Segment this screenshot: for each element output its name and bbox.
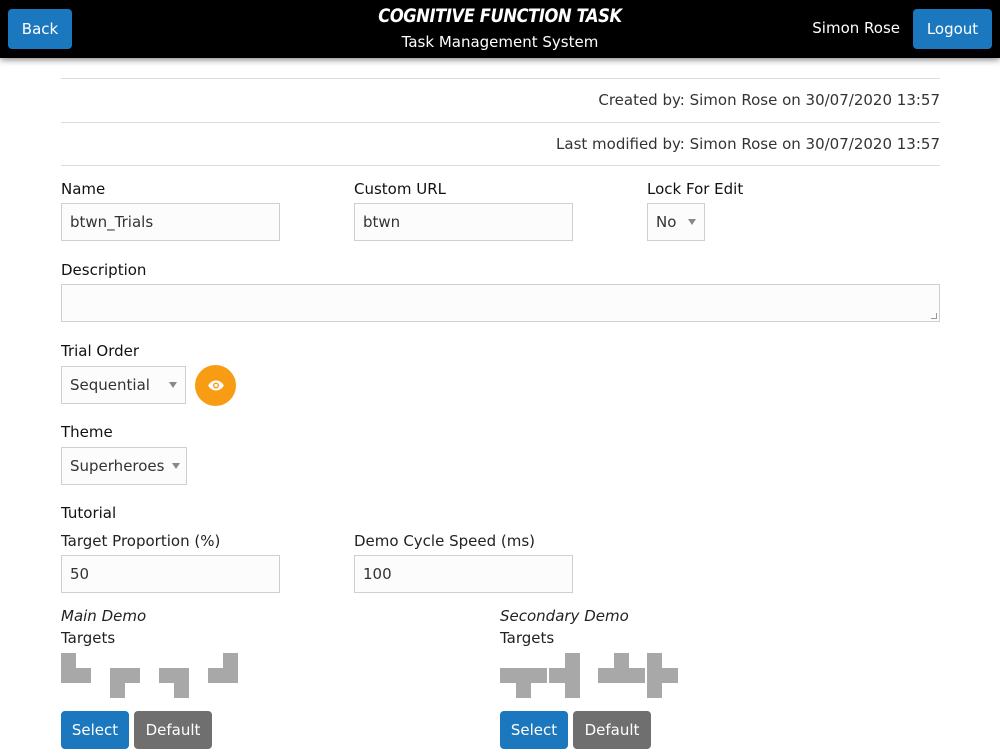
target-shape-l-bottom-left[interactable] bbox=[208, 653, 238, 683]
custom-url-value: btwn bbox=[363, 213, 401, 231]
lock-for-edit-select[interactable]: No bbox=[647, 203, 705, 241]
created-info: Created by: Simon Rose on 30/07/2020 13:… bbox=[598, 91, 940, 109]
theme-value: Superheroes bbox=[70, 457, 165, 475]
secondary-demo-select-button[interactable]: Select bbox=[500, 711, 568, 749]
main-demo-title: Main Demo bbox=[61, 607, 147, 625]
resize-grip-icon[interactable] bbox=[931, 313, 937, 319]
preview-button[interactable] bbox=[195, 365, 236, 406]
custom-url-label: Custom URL bbox=[354, 180, 446, 198]
target-shape-l-top-left[interactable] bbox=[159, 668, 189, 698]
trial-order-label: Trial Order bbox=[61, 342, 140, 360]
divider bbox=[61, 78, 940, 79]
target-shape-cell bbox=[565, 653, 580, 698]
logout-button[interactable]: Logout bbox=[913, 9, 992, 49]
secondary-demo-targets-label: Targets bbox=[500, 629, 555, 647]
trial-order-value: Sequential bbox=[70, 376, 150, 394]
main-demo-select-button[interactable]: Select bbox=[61, 711, 129, 749]
lock-for-edit-label: Lock For Edit bbox=[647, 180, 744, 198]
description-label: Description bbox=[61, 261, 147, 279]
target-shape-t-left[interactable] bbox=[549, 653, 580, 698]
target-proportion-label: Target Proportion (%) bbox=[61, 532, 221, 550]
secondary-demo-title: Secondary Demo bbox=[500, 607, 629, 625]
theme-select[interactable]: Superheroes bbox=[61, 447, 187, 485]
target-shape-cell bbox=[662, 668, 678, 683]
chevron-down-icon bbox=[169, 382, 177, 388]
target-shape-t-right[interactable] bbox=[647, 653, 678, 698]
modified-info: Last modified by: Simon Rose on 30/07/20… bbox=[556, 135, 940, 153]
target-shape-cell bbox=[516, 683, 531, 698]
target-shape-cell bbox=[159, 668, 189, 683]
tutorial-heading: Tutorial bbox=[61, 504, 117, 522]
demo-cycle-speed-label: Demo Cycle Speed (ms) bbox=[354, 532, 536, 550]
target-shape-cell bbox=[647, 653, 662, 698]
target-shape-l-top-right[interactable] bbox=[110, 668, 140, 698]
lock-for-edit-value: No bbox=[656, 213, 677, 231]
eye-icon bbox=[207, 380, 224, 391]
target-shape-cell bbox=[549, 668, 565, 683]
target-shape-cell bbox=[110, 668, 140, 683]
demo-cycle-speed-value: 100 bbox=[363, 565, 392, 583]
target-shape-cell bbox=[174, 683, 189, 698]
description-textarea[interactable] bbox=[61, 284, 940, 322]
target-proportion-input[interactable]: 50 bbox=[61, 555, 280, 593]
chevron-down-icon bbox=[172, 463, 181, 469]
name-input[interactable]: btwn_Trials bbox=[61, 203, 280, 241]
target-proportion-value: 50 bbox=[70, 565, 90, 583]
target-shape-cell bbox=[614, 653, 629, 668]
target-shape-cell bbox=[110, 683, 125, 698]
target-shape-cell bbox=[208, 668, 223, 683]
target-shape-cell bbox=[223, 653, 238, 683]
main-demo-targets-label: Targets bbox=[61, 629, 116, 647]
target-shape-cell bbox=[76, 668, 91, 683]
target-shape-t-down[interactable] bbox=[500, 653, 547, 698]
custom-url-input[interactable]: btwn bbox=[354, 203, 573, 241]
theme-label: Theme bbox=[61, 423, 113, 441]
demo-cycle-speed-input[interactable]: 100 bbox=[354, 555, 573, 593]
target-shape-cell bbox=[61, 653, 76, 683]
target-shape-cell bbox=[598, 668, 645, 683]
secondary-demo-default-button[interactable]: Default bbox=[573, 711, 651, 749]
user-name: Simon Rose bbox=[812, 19, 900, 37]
target-shape-l-bottom-right[interactable] bbox=[61, 653, 91, 683]
target-shape-t-up[interactable] bbox=[598, 653, 645, 683]
top-bar: Back COGNITIVE FUNCTION TASK Task Manage… bbox=[0, 0, 1000, 58]
divider bbox=[61, 165, 940, 166]
main-demo-default-button[interactable]: Default bbox=[134, 711, 212, 749]
name-label: Name bbox=[61, 180, 106, 198]
target-shape-cell bbox=[500, 668, 547, 683]
divider bbox=[61, 122, 940, 123]
name-value: btwn_Trials bbox=[70, 213, 154, 231]
trial-order-select[interactable]: Sequential bbox=[61, 366, 186, 404]
chevron-down-icon bbox=[688, 219, 696, 225]
